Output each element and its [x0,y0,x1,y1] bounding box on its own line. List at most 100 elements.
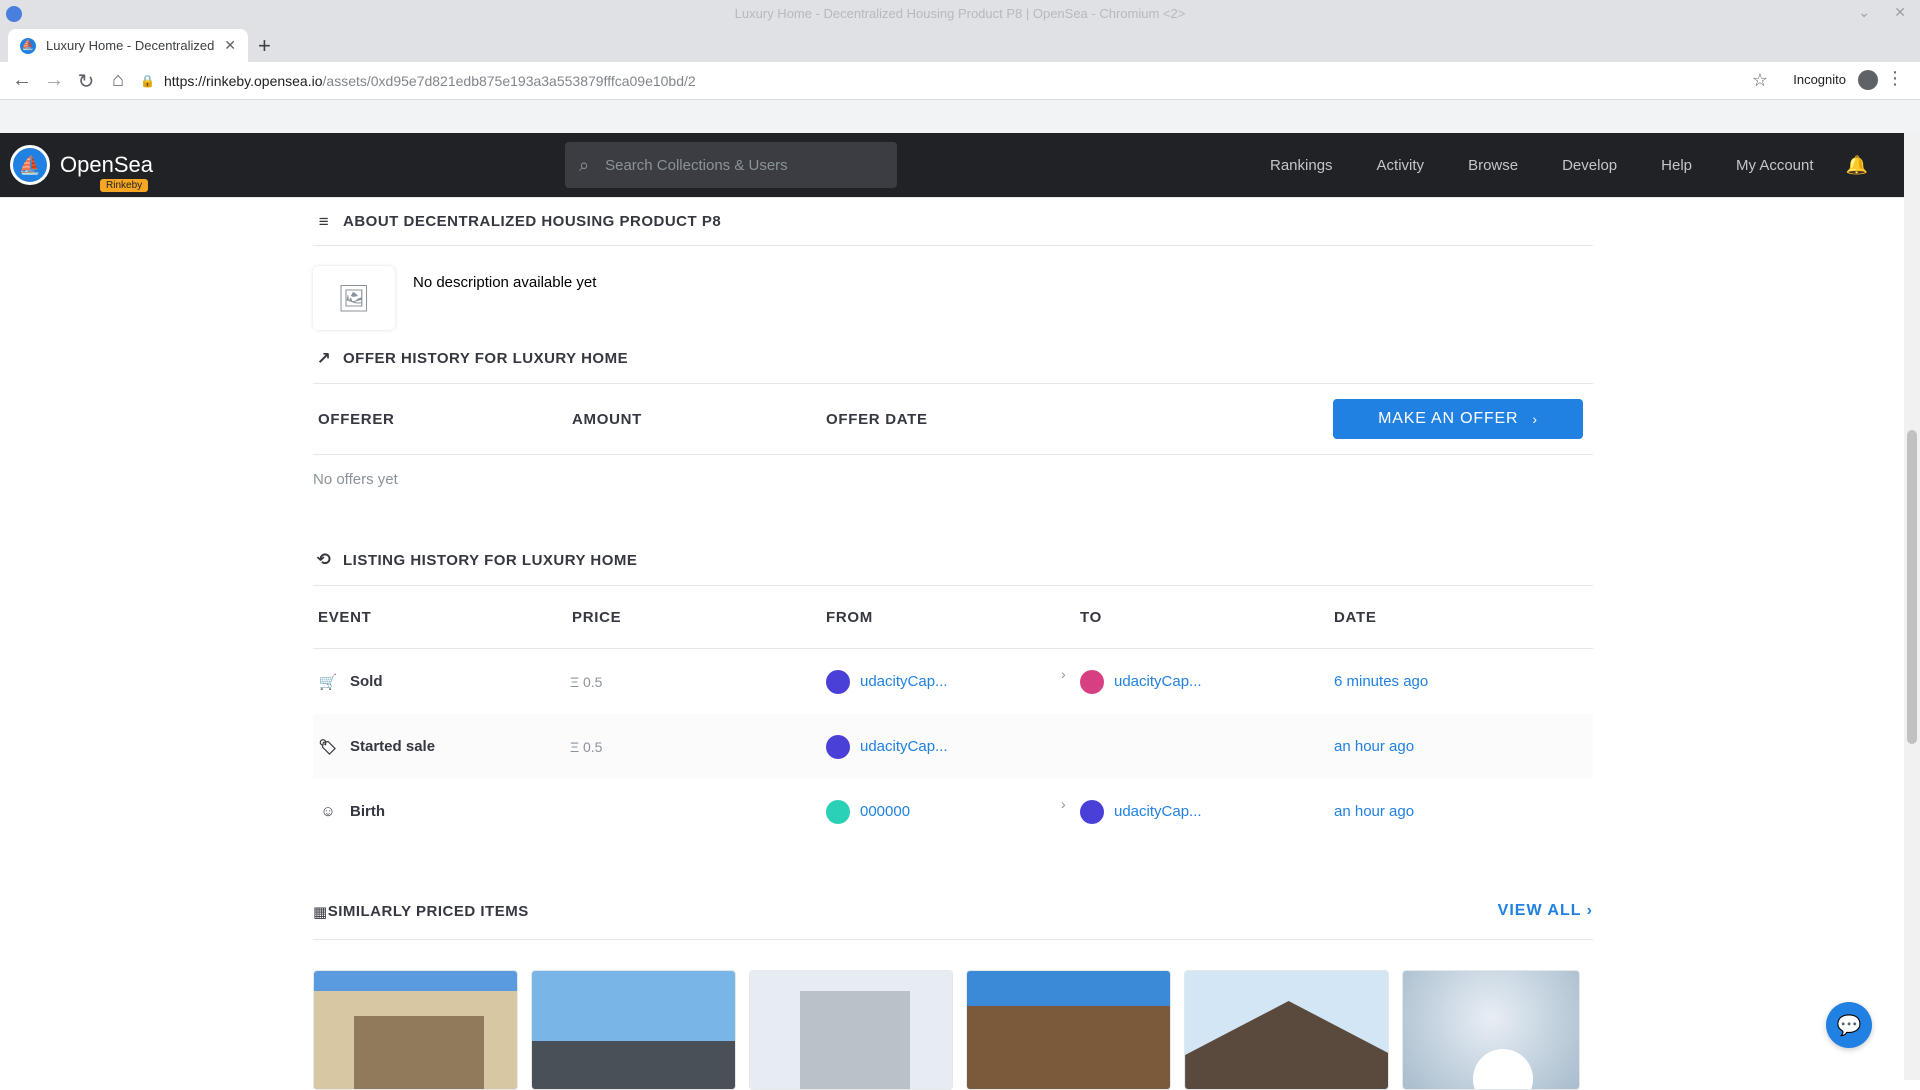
building-shape [799,991,910,1089]
brand-name: OpenSea [60,152,153,177]
subject-lines-icon: ≡ [318,211,330,231]
col-offer-date: OFFER DATE [826,410,928,428]
event-label: Birth [350,803,385,820]
avatar[interactable] [826,669,850,694]
avatar[interactable] [826,799,850,824]
from-user-link[interactable]: 000000 [860,803,910,820]
nav-my-account[interactable]: My Account [1736,157,1814,174]
view-all-link[interactable]: VIEW ALL › [1498,902,1593,920]
nav-activity[interactable]: Activity [1377,157,1425,174]
event-cell: 🏷 Started sale [313,738,567,756]
listing-table-header: EVENT PRICE FROM TO DATE [313,586,1593,649]
from-cell: udacityCap... › [821,666,1075,694]
chat-icon[interactable]: 💬 [1826,1002,1872,1048]
forward-icon[interactable]: → [42,69,66,92]
close-window-icon[interactable]: ✕ [1894,4,1906,21]
no-offers-text: No offers yet [313,471,398,488]
offer-history-title: OFFER HISTORY FOR LUXURY HOME [343,350,629,367]
date-cell: an hour ago [1329,738,1583,755]
trending-line-icon: ↗ [316,348,332,368]
history-icon: ⟲ [316,550,332,569]
back-icon[interactable]: ← [10,69,34,92]
incognito-label: Incognito [1793,72,1846,87]
col-event: EVENT [318,608,372,626]
network-badge: Rinkeby [100,179,149,192]
col-amount: AMOUNT [572,410,643,428]
address-bar[interactable]: 🔒 https://rinkeby.opensea.io/assets/0xd9… [140,65,1770,97]
offer-table-header: OFFERER AMOUNT OFFER DATE MAKE AN OFFER … [313,384,1593,455]
date-cell: 6 minutes ago [1329,673,1583,690]
view-all-label: VIEW ALL [1497,902,1582,919]
item-card[interactable] [1401,970,1580,1090]
item-card[interactable] [748,970,954,1090]
listing-history-header: ⟲ LISTING HISTORY FOR LUXURY HOME [313,535,1593,586]
make-offer-button[interactable]: MAKE AN OFFER › [1333,399,1583,439]
tab-title: Luxury Home - Decentralized [46,38,215,53]
table-row: 🏷 Started sale Ξ 0.5 udacityCap... an ho… [313,714,1593,779]
lock-icon: 🔒 [140,74,155,88]
minimize-icon[interactable]: ⌄ [1858,4,1870,21]
to-user-link[interactable]: udacityCap... [1114,803,1202,820]
col-date: DATE [1334,608,1377,626]
avatar[interactable] [1080,799,1104,824]
home-icon[interactable]: ⌂ [106,69,130,92]
event-label: Started sale [350,738,436,755]
tag-icon: 🏷 [318,738,338,756]
notification-bell-icon[interactable]: 🔔 [1846,155,1868,176]
item-card[interactable] [966,970,1172,1090]
browser-menu-icon[interactable]: ⋮ [1886,68,1904,89]
about-title: ABOUT DECENTRALIZED HOUSING PRODUCT P8 [343,213,722,230]
bookmark-star-icon[interactable]: ☆ [1752,70,1768,91]
about-body: 🖼 No description available yet [313,246,1593,334]
from-user-link[interactable]: udacityCap... [860,738,948,755]
col-offerer: OFFERER [318,410,395,428]
table-row: ☺ Birth 000000 › udacityCap... an hour a… [313,779,1593,844]
avatar[interactable] [826,734,850,759]
smiley-icon: ☺ [320,803,336,820]
nav-rankings[interactable]: Rankings [1270,157,1333,174]
avatar[interactable] [1080,669,1104,694]
from-cell: udacityCap... [821,734,1075,759]
site-navbar: ⛵ OpenSea Rinkeby ⌕ Rankings Activity Br… [0,133,1904,198]
offer-history-header: ↗ OFFER HISTORY FOR LUXURY HOME [313,334,1593,384]
date-link[interactable]: an hour ago [1334,738,1414,755]
window-titlebar: Luxury Home - Decentralized Housing Prod… [0,0,1920,29]
make-offer-label: MAKE AN OFFER [1378,410,1519,427]
event-label: Sold [350,673,383,690]
date-link[interactable]: an hour ago [1334,803,1414,820]
browser-tab[interactable]: ⛵ Luxury Home - Decentralized ✕ [8,29,248,62]
opensea-logo-icon: ⛵ [10,145,50,185]
tab-close-icon[interactable]: ✕ [224,37,236,54]
col-price: PRICE [572,608,622,626]
nav-help[interactable]: Help [1661,157,1692,174]
image-placeholder-icon: 🖼 [313,266,395,330]
nav-browse[interactable]: Browse [1468,157,1518,174]
col-to: TO [1080,608,1102,626]
date-link[interactable]: 6 minutes ago [1334,673,1428,690]
price-cell: Ξ 0.5 [570,738,603,755]
grid-icon: ▦ [313,903,328,921]
to-user-link[interactable]: udacityCap... [1114,673,1202,690]
browser-toolbar: ← → ↻ ⌂ 🔒 https://rinkeby.opensea.io/ass… [0,62,1920,100]
item-card[interactable] [1184,970,1389,1090]
similar-items-title: SIMILARLY PRICED ITEMS [327,903,529,920]
url-host: https://rinkeby.opensea.io [164,73,323,89]
tab-strip: ⛵ Luxury Home - Decentralized ✕ + [0,29,1920,62]
opensea-favicon-icon: ⛵ [20,37,36,54]
building-shape [531,1041,735,1089]
page-scrollbar-thumb[interactable] [1907,430,1917,744]
from-cell: 000000 › [821,796,1075,824]
item-card[interactable] [530,970,736,1090]
cart-icon: 🛒 [318,673,338,691]
reload-icon[interactable]: ↻ [74,69,98,94]
main-content: ≡ ABOUT DECENTRALIZED HOUSING PRODUCT P8… [313,198,1593,1090]
to-cell: udacityCap... [1075,799,1329,824]
search-box[interactable]: ⌕ [565,142,897,188]
item-card[interactable] [313,970,518,1090]
nav-develop[interactable]: Develop [1562,157,1617,174]
about-section-header: ≡ ABOUT DECENTRALIZED HOUSING PRODUCT P8 [313,198,1593,246]
search-input[interactable] [605,156,866,174]
from-user-link[interactable]: udacityCap... [860,673,948,690]
new-tab-icon[interactable]: + [258,33,271,59]
incognito-icon[interactable] [1858,70,1878,90]
